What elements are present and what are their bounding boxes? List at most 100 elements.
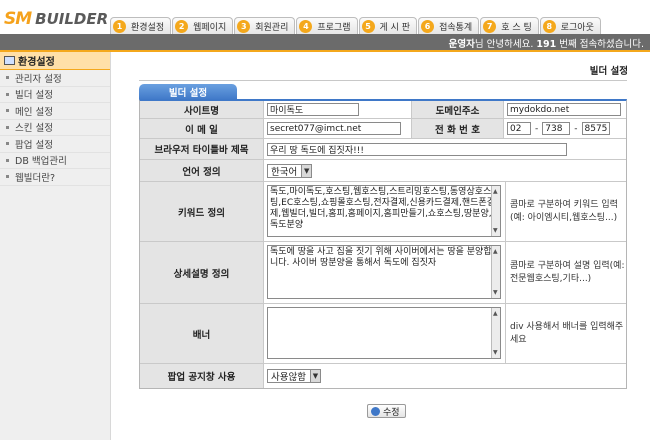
phone-separator: - — [574, 123, 578, 134]
sidebar-item-builder[interactable]: 빌더 설정 — [0, 87, 110, 103]
domain-input[interactable] — [507, 103, 621, 116]
domain-label: 도메인주소 — [412, 101, 504, 118]
scrollbar[interactable] — [491, 186, 500, 236]
description-label: 상세설명 정의 — [140, 242, 264, 303]
visit-suffix: 번째 접속하셨습니다. — [559, 39, 644, 50]
chevron-down-icon: ▼ — [309, 370, 320, 382]
form-row-browser-title: 브라우저 타이틀바 제목 — [140, 139, 626, 160]
language-label: 언어 정의 — [140, 160, 264, 181]
form-row-description: 상세설명 정의 독도에 땅을 사고 집을 짓기 위해 사이버에서는 땅을 분양합… — [140, 242, 626, 304]
scrollbar[interactable] — [491, 308, 500, 358]
bullet-icon — [6, 158, 9, 162]
tab-logout[interactable]: 8 로그아웃 — [539, 17, 601, 34]
email-cell — [264, 119, 412, 138]
bullet-icon — [6, 175, 9, 179]
sidebar-item-popup[interactable]: 팝업 설정 — [0, 136, 110, 153]
logo-sm: SM — [4, 9, 32, 29]
logo[interactable]: SM BUILDER — [4, 8, 108, 30]
banner-textarea[interactable] — [267, 307, 501, 359]
site-name-input[interactable] — [267, 103, 359, 116]
welcome-message: 운영자님 안녕하세요. 191 번째 접속하셨습니다. — [449, 36, 644, 50]
sidebar-item-label: 빌더 설정 — [15, 90, 53, 102]
domain-cell — [504, 101, 626, 118]
sidebar-item-label: DB 백업관리 — [15, 156, 67, 168]
popup-selected: 사용않함 — [271, 372, 306, 383]
tab-members[interactable]: 3 회원관리 — [234, 17, 296, 34]
sidebar-header-label: 환경설정 — [18, 57, 55, 68]
language-cell: 한국어 ▼ — [264, 160, 626, 181]
top-status-bar: 운영자님 안녕하세요. 191 번째 접속하셨습니다. — [0, 34, 650, 50]
form-tab-builder[interactable]: 빌더 설정 — [139, 84, 237, 100]
sidebar-item-label: 스킨 설정 — [15, 123, 53, 135]
sidebar-item-webbuilder[interactable]: 웹빌더란? — [0, 169, 110, 186]
tab-label: 프로그램 — [317, 22, 351, 33]
tab-label: 호 스 팅 — [501, 22, 532, 33]
site-name-label: 사이트명 — [140, 101, 264, 118]
keywords-cell: 독도,마이독도,호스팅,웹호스팅,스트리밍호스팅,동영상호스팅,EC호스팅,쇼핑… — [264, 182, 506, 241]
visit-count: 191 — [536, 39, 557, 50]
sidebar-item-db-backup[interactable]: DB 백업관리 — [0, 153, 110, 169]
description-text: 독도에 땅을 사고 집을 짓기 위해 사이버에서는 땅을 분양합니다. 사이버 … — [270, 247, 492, 268]
form-row-contact: 이 메 일 전 화 번 호 - - — [140, 119, 626, 139]
sidebar-header: 환경설정 — [0, 52, 110, 70]
browser-title-input[interactable] — [267, 142, 567, 156]
tab-hosting[interactable]: 7 호 스 팅 — [480, 17, 539, 34]
tab-label: 접속통계 — [439, 22, 473, 33]
title-divider — [139, 80, 627, 81]
tab-number-icon: 2 — [175, 19, 189, 33]
sidebar-item-skin[interactable]: 스킨 설정 — [0, 120, 110, 136]
sidebar-item-label: 팝업 설정 — [15, 139, 53, 151]
sidebar-item-admin[interactable]: 관리자 설정 — [0, 70, 110, 87]
tab-number-icon: 5 — [361, 19, 375, 33]
tab-settings[interactable]: 1 환경설정 — [110, 17, 172, 34]
tab-webpage[interactable]: 2 웹페이지 — [172, 17, 234, 34]
sidebar-item-label: 웹빌더란? — [15, 172, 56, 184]
form-row-keywords: 키워드 정의 독도,마이독도,호스팅,웹호스팅,스트리밍호스팅,동영상호스팅,E… — [140, 182, 626, 242]
language-select[interactable]: 한국어 ▼ — [267, 163, 313, 178]
tab-program[interactable]: 4 프로그램 — [296, 17, 358, 34]
description-textarea[interactable]: 독도에 땅을 사고 집을 짓기 위해 사이버에서는 땅을 분양합니다. 사이버 … — [267, 245, 501, 299]
bullet-icon — [6, 92, 9, 96]
tab-label: 로그아웃 — [560, 22, 594, 33]
main-tabs: 1 환경설정 2 웹페이지 3 회원관리 4 프로그램 5 게 시 판 6 접속통계 7 호 … — [110, 17, 602, 34]
banner-cell — [264, 304, 506, 363]
builder-settings-form: 사이트명 도메인주소 이 메 일 전 화 번 호 - - 브라우저 타이틀바 제… — [139, 99, 627, 389]
tab-number-icon: 1 — [113, 19, 126, 33]
submit-label: 수정 — [383, 407, 400, 418]
banner-hint: div 사용해서 배너를 입력해주세요 — [510, 321, 624, 345]
banner-label: 배너 — [140, 304, 264, 363]
bullet-icon — [6, 76, 9, 80]
header: SM BUILDER 1 환경설정 2 웹페이지 3 회원관리 4 프로그램 5 게 시 … — [0, 0, 650, 52]
sidebar-item-label: 메인 설정 — [15, 106, 53, 118]
phone-area-input[interactable] — [507, 122, 531, 135]
bullet-icon — [6, 142, 9, 146]
logo-builder: BUILDER — [35, 10, 109, 28]
keywords-label: 키워드 정의 — [140, 182, 264, 241]
tab-board[interactable]: 5 게 시 판 — [358, 17, 418, 34]
phone-label: 전 화 번 호 — [412, 119, 504, 138]
phone-middle-input[interactable] — [542, 122, 571, 135]
bullet-icon — [6, 109, 9, 113]
scrollbar[interactable] — [491, 246, 500, 298]
sidebar-item-label: 관리자 설정 — [15, 73, 62, 85]
keywords-hint: 콤마로 구분하여 키워드 입력(예: 아이엠시티,웹호스팅...) — [510, 199, 618, 223]
tab-number-icon: 8 — [542, 19, 556, 33]
browser-title-label: 브라우저 타이틀바 제목 — [140, 139, 264, 159]
email-input[interactable] — [267, 122, 401, 135]
phone-last-input[interactable] — [581, 122, 610, 135]
tab-number-icon: 6 — [421, 19, 435, 33]
tab-stats[interactable]: 6 접속통계 — [418, 17, 480, 34]
tab-number-icon: 7 — [483, 19, 497, 33]
description-hint: 콤마로 구분하여 설명 입력(예: 전문웹호스팅,기타...) — [510, 260, 625, 284]
sidebar-item-main[interactable]: 메인 설정 — [0, 103, 110, 120]
form-row-banner: 배너 div 사용해서 배너를 입력해주세요 — [140, 304, 626, 364]
tab-label: 게 시 판 — [379, 22, 411, 33]
submit-button[interactable]: 수정 — [367, 404, 406, 418]
greeting-text: 님 안녕하세요. — [474, 39, 534, 50]
phone-cell: - - — [504, 119, 626, 138]
bullet-icon — [6, 125, 9, 129]
tab-label: 회원관리 — [255, 22, 289, 33]
popup-select[interactable]: 사용않함 ▼ — [267, 369, 321, 383]
keywords-textarea[interactable]: 독도,마이독도,호스팅,웹호스팅,스트리밍호스팅,동영상호스팅,EC호스팅,쇼핑… — [267, 185, 501, 237]
form-row-popup: 팝업 공지창 사용 사용않함 ▼ — [140, 364, 626, 388]
